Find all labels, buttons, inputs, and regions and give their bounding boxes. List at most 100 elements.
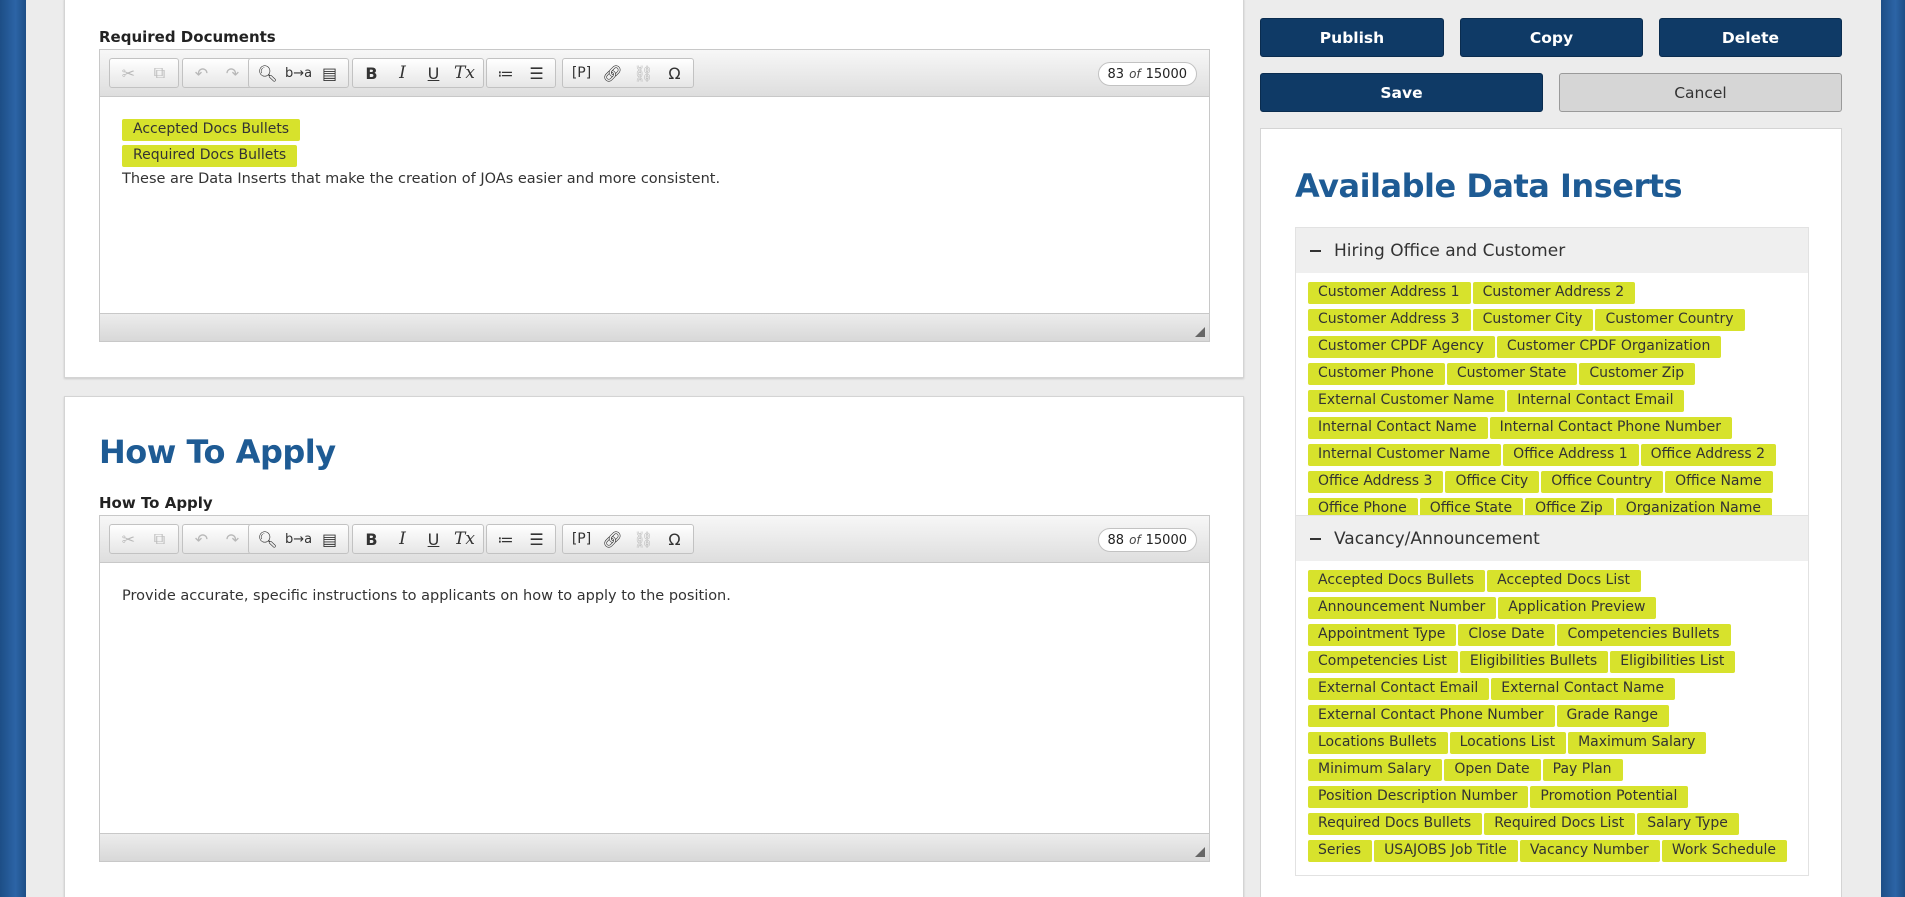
data-insert-chip[interactable]: Promotion Potential (1530, 786, 1689, 808)
data-insert-chip[interactable]: Maximum Salary (1568, 732, 1707, 754)
data-insert-chip[interactable]: Office City (1445, 471, 1540, 493)
editor-content[interactable]: Accepted Docs Bullets Required Docs Bull… (100, 97, 1209, 313)
data-insert-chip[interactable]: Position Description Number (1308, 786, 1529, 808)
underline-icon[interactable]: U (418, 60, 449, 86)
data-insert-chip[interactable]: Locations Bullets (1308, 732, 1448, 754)
remove-format-icon[interactable]: Tx (449, 526, 480, 552)
data-insert-chip[interactable]: Appointment Type (1308, 624, 1457, 646)
data-insert-chip[interactable]: Customer Address 1 (1308, 282, 1471, 304)
copy-icon[interactable]: ⧉ (144, 526, 175, 552)
accordion-header[interactable]: Vacancy/Announcement (1296, 516, 1808, 561)
data-insert-chip[interactable]: Competencies Bullets (1557, 624, 1731, 646)
data-insert-chip[interactable]: Application Preview (1498, 597, 1657, 619)
data-insert-chip[interactable]: USAJOBS Job Title (1374, 840, 1518, 862)
special-char-icon[interactable]: Ω (659, 526, 690, 552)
replace-icon[interactable]: b→a (283, 60, 314, 86)
link-icon[interactable]: 🔗︎ (597, 60, 628, 86)
data-insert-chip[interactable]: Customer Address 3 (1308, 309, 1471, 331)
data-insert-chip[interactable]: Customer Country (1595, 309, 1745, 331)
replace-icon[interactable]: b→a (283, 526, 314, 552)
select-all-icon[interactable]: ▤ (314, 60, 345, 86)
cancel-button[interactable]: Cancel (1559, 73, 1842, 112)
bulleted-list-icon[interactable]: ☰ (521, 60, 552, 86)
data-insert-chip[interactable]: Minimum Salary (1308, 759, 1443, 781)
bold-icon[interactable]: B (356, 526, 387, 552)
data-insert-chip[interactable]: Internal Contact Phone Number (1489, 417, 1733, 439)
data-insert-chip[interactable]: Series (1308, 840, 1373, 862)
data-insert-chip[interactable]: Locations List (1449, 732, 1567, 754)
underline-icon[interactable]: U (418, 526, 449, 552)
data-insert-chip[interactable]: Close Date (1458, 624, 1556, 646)
resize-handle-icon[interactable] (1195, 327, 1205, 337)
paragraph-icon[interactable]: [P] (566, 526, 597, 552)
data-insert-chip[interactable]: Open Date (1444, 759, 1541, 781)
data-insert-chip[interactable]: Work Schedule (1661, 840, 1788, 862)
data-insert-chip[interactable]: Internal Contact Name (1308, 417, 1488, 439)
data-insert-chip[interactable]: Eligibilities Bullets (1459, 651, 1609, 673)
copy-icon[interactable]: ⧉ (144, 60, 175, 86)
data-insert-chip[interactable]: Required Docs Bullets (1308, 813, 1483, 835)
accordion-header[interactable]: Hiring Office and Customer (1296, 228, 1808, 273)
resize-handle-icon[interactable] (1195, 847, 1205, 857)
save-button[interactable]: Save (1260, 73, 1543, 112)
data-insert-chip[interactable]: Office Address 2 (1640, 444, 1777, 466)
data-insert-chip[interactable]: Customer Zip (1579, 363, 1696, 385)
data-insert-chip[interactable]: External Contact Phone Number (1308, 705, 1555, 727)
data-insert-chip[interactable]: Internal Customer Name (1308, 444, 1502, 466)
insert-list: Accepted Docs Bullets Accepted Docs List A… (1296, 561, 1808, 875)
data-insert-chip[interactable]: Announcement Number (1308, 597, 1497, 619)
collapse-icon (1310, 537, 1321, 540)
undo-icon[interactable]: ↶ (186, 60, 217, 86)
copy-button[interactable]: Copy (1460, 18, 1643, 57)
data-insert-chip[interactable]: Salary Type (1637, 813, 1739, 835)
numbered-list-icon[interactable]: ≔ (490, 60, 521, 86)
data-insert-chip[interactable]: Office Address 3 (1308, 471, 1444, 493)
data-insert-chip[interactable]: Eligibilities List (1610, 651, 1736, 673)
unlink-icon[interactable]: ⛓ (628, 526, 659, 552)
cut-icon[interactable]: ✂ (113, 526, 144, 552)
data-insert-chip[interactable]: Customer Address 2 (1472, 282, 1636, 304)
undo-icon[interactable]: ↶ (186, 526, 217, 552)
data-insert-chip[interactable]: External Contact Email (1308, 678, 1490, 700)
redo-icon[interactable]: ↷ (217, 526, 248, 552)
numbered-list-icon[interactable]: ≔ (490, 526, 521, 552)
special-char-icon[interactable]: Ω (659, 60, 690, 86)
delete-button[interactable]: Delete (1659, 18, 1842, 57)
bulleted-list-icon[interactable]: ☰ (521, 526, 552, 552)
data-insert-chip[interactable]: Accepted Docs List (1487, 570, 1642, 592)
data-insert-chip[interactable]: Office Address 1 (1503, 444, 1639, 466)
italic-icon[interactable]: I (387, 60, 418, 86)
link-icon[interactable]: 🔗︎ (597, 526, 628, 552)
data-insert-chip[interactable]: Competencies List (1308, 651, 1458, 673)
data-insert-chip[interactable]: Accepted Docs Bullets (1308, 570, 1486, 592)
remove-format-icon[interactable]: Tx (449, 60, 480, 86)
find-icon[interactable]: 🔍︎ (252, 60, 283, 86)
data-insert-chip[interactable]: Accepted Docs Bullets (122, 119, 301, 141)
data-insert-chip[interactable]: Customer City (1472, 309, 1594, 331)
data-insert-chip[interactable]: Customer State (1446, 363, 1578, 385)
editor-content[interactable]: Provide accurate, specific instructions … (100, 563, 1209, 833)
data-insert-chip[interactable]: Internal Contact Email (1507, 390, 1685, 412)
data-insert-chip[interactable]: Customer CPDF Agency (1308, 336, 1495, 358)
select-all-icon[interactable]: ▤ (314, 526, 345, 552)
collapse-icon (1310, 249, 1321, 252)
data-insert-chip[interactable]: External Customer Name (1308, 390, 1506, 412)
data-insert-chip[interactable]: Required Docs List (1484, 813, 1636, 835)
italic-icon[interactable]: I (387, 526, 418, 552)
data-insert-chip[interactable]: Office Country (1541, 471, 1664, 493)
bold-icon[interactable]: B (356, 60, 387, 86)
data-insert-chip[interactable]: Customer CPDF Organization (1496, 336, 1722, 358)
data-insert-chip[interactable]: Office Name (1665, 471, 1773, 493)
find-icon[interactable]: 🔍︎ (252, 526, 283, 552)
data-insert-chip[interactable]: Pay Plan (1542, 759, 1623, 781)
paragraph-icon[interactable]: [P] (566, 60, 597, 86)
data-insert-chip[interactable]: Vacancy Number (1519, 840, 1660, 862)
cut-icon[interactable]: ✂ (113, 60, 144, 86)
redo-icon[interactable]: ↷ (217, 60, 248, 86)
data-insert-chip[interactable]: Customer Phone (1308, 363, 1445, 385)
data-insert-chip[interactable]: External Contact Name (1491, 678, 1676, 700)
unlink-icon[interactable]: ⛓ (628, 60, 659, 86)
publish-button[interactable]: Publish (1260, 18, 1444, 57)
data-insert-chip[interactable]: Grade Range (1556, 705, 1670, 727)
data-insert-chip[interactable]: Required Docs Bullets (122, 145, 298, 167)
